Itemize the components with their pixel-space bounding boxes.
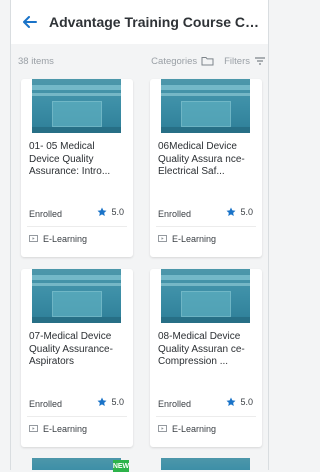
enrollment-status: Enrolled [29, 209, 63, 219]
e-learning-icon [29, 425, 38, 432]
course-thumbnail-partial[interactable] [161, 458, 250, 470]
course-type-label: E-Learning [172, 234, 217, 244]
course-type-label: E-Learning [43, 234, 88, 244]
course-type: E-Learning [158, 234, 216, 244]
course-type: E-Learning [29, 424, 87, 434]
star-icon [97, 207, 107, 216]
page-title: Advantage Training Course Catalog [49, 14, 263, 30]
course-type: E-Learning [29, 234, 87, 244]
course-rating: 5.0 [226, 207, 253, 217]
course-title: 08-Medical Device Quality Assuran ce-Com… [158, 331, 245, 367]
card-divider [156, 226, 256, 227]
new-badge: NEW [113, 460, 129, 472]
app-header: Advantage Training Course Catalog [11, 0, 268, 44]
enrollment-status: Enrolled [158, 209, 192, 219]
star-icon [226, 397, 236, 406]
course-card[interactable]: 06Medical Device Quality Assura nce-Elec… [150, 79, 262, 257]
course-type: E-Learning [158, 424, 216, 434]
filters-label: Filters [224, 55, 250, 67]
categories-button[interactable]: Categories [151, 56, 214, 67]
course-title: 07-Medical Device Quality Assurance-Aspi… [29, 331, 113, 367]
course-thumbnail [32, 79, 121, 133]
back-button[interactable] [17, 0, 43, 44]
card-divider [156, 416, 256, 417]
course-card[interactable]: 01- 05 Medical Device Quality Assurance:… [21, 79, 133, 257]
e-learning-icon [158, 235, 167, 242]
enrollment-status: Enrolled [29, 399, 63, 409]
filter-icon [255, 57, 265, 65]
course-card[interactable]: 08-Medical Device Quality Assuran ce-Com… [150, 269, 262, 447]
rating-value: 5.0 [240, 207, 253, 217]
course-thumbnail [161, 269, 250, 323]
course-thumbnail-partial[interactable]: NEW [32, 458, 129, 472]
rating-value: 5.0 [111, 397, 124, 407]
frame-border-right [268, 0, 269, 470]
rating-value: 5.0 [240, 397, 253, 407]
enrollment-status: Enrolled [158, 399, 192, 409]
arrow-left-icon [23, 16, 37, 28]
course-title: 01- 05 Medical Device Quality Assurance:… [29, 141, 111, 177]
course-rating: 5.0 [97, 207, 124, 217]
e-learning-icon [29, 235, 38, 242]
course-grid: 01- 05 Medical Device Quality Assurance:… [21, 79, 262, 447]
course-thumbnail [161, 79, 250, 133]
card-divider [27, 226, 127, 227]
rating-value: 5.0 [111, 207, 124, 217]
categories-label: Categories [151, 55, 198, 67]
course-card[interactable]: 07-Medical Device Quality Assurance-Aspi… [21, 269, 133, 447]
course-title: 06Medical Device Quality Assura nce-Elec… [158, 141, 245, 177]
e-learning-icon [158, 425, 167, 432]
filters-button[interactable]: Filters [224, 56, 266, 67]
folder-icon [201, 57, 214, 66]
course-type-label: E-Learning [43, 424, 88, 434]
item-count: 38 items [18, 55, 54, 67]
course-thumbnail [32, 269, 121, 323]
course-rating: 5.0 [226, 397, 253, 407]
card-divider [27, 416, 127, 417]
course-rating: 5.0 [97, 397, 124, 407]
star-icon [97, 397, 107, 406]
star-icon [226, 207, 236, 216]
course-type-label: E-Learning [172, 424, 217, 434]
catalog-toolbar: 38 items Categories Filters [11, 50, 268, 72]
